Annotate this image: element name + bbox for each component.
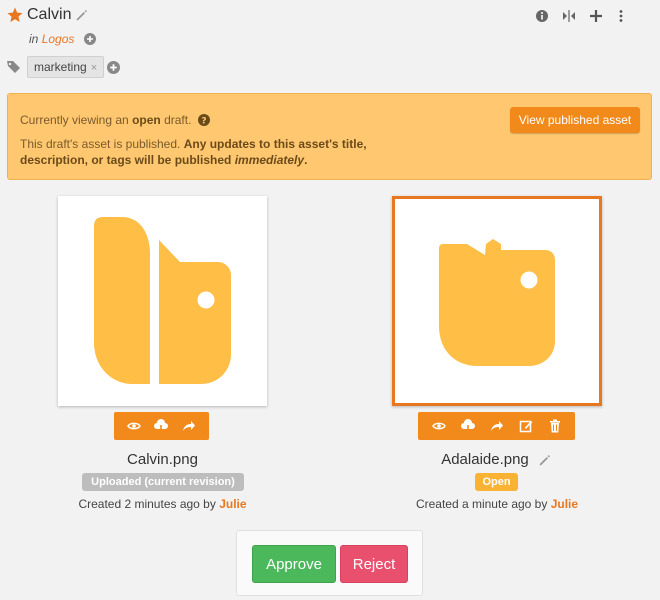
- help-icon[interactable]: ?: [197, 114, 210, 126]
- banner-text: draft.: [160, 113, 192, 127]
- collection-link[interactable]: Logos: [42, 32, 75, 46]
- add-tag-icon[interactable]: [107, 61, 120, 74]
- banner-text: This draft's asset is published.: [20, 137, 184, 151]
- tags-icon: [6, 59, 22, 75]
- created-by-user-link[interactable]: Julie: [551, 497, 578, 511]
- revision-created-line: Created a minute ago by Julie: [392, 497, 602, 511]
- edit-title-pencil-icon[interactable]: [75, 8, 89, 22]
- draft-notice-banner: Currently viewing an open draft. ? This …: [7, 93, 652, 180]
- decision-panel: Approve Reject: [236, 530, 423, 596]
- tag-marketing[interactable]: marketing ×: [27, 56, 105, 78]
- edit-filename-pencil-icon[interactable]: [538, 453, 552, 467]
- download-icon[interactable]: [153, 418, 169, 434]
- banner-text: Currently viewing an: [20, 113, 133, 127]
- tag-label: marketing: [34, 60, 87, 74]
- add-collection-icon[interactable]: [83, 33, 96, 45]
- svg-text:?: ?: [201, 116, 206, 126]
- view-icon[interactable]: [126, 418, 142, 434]
- draft-status-text: Currently viewing an open draft. ?: [20, 113, 210, 127]
- adalaide-logo-image: [439, 239, 555, 366]
- in-prefix: in: [29, 32, 39, 46]
- delete-icon[interactable]: [547, 418, 563, 434]
- calvin-logo-image: [94, 217, 231, 384]
- created-by-user-link[interactable]: Julie: [219, 497, 246, 511]
- revision-filename: Calvin.png: [127, 451, 198, 468]
- draft-state: open: [132, 113, 161, 127]
- share-icon[interactable]: [489, 418, 505, 434]
- publish-warning-text: This draft's asset is published. Any upd…: [20, 136, 410, 168]
- revision-actions-adalaide: [418, 412, 575, 440]
- view-icon[interactable]: [431, 418, 447, 434]
- revision-filename: Adalaide.png: [441, 451, 529, 468]
- created-text: Created 2 minutes ago by: [78, 497, 220, 511]
- view-published-asset-button[interactable]: View published asset: [510, 107, 640, 133]
- asset-title: Calvin: [27, 6, 72, 23]
- approve-button[interactable]: Approve: [252, 545, 336, 583]
- remove-tag-icon[interactable]: ×: [91, 62, 97, 74]
- created-text: Created a minute ago by: [415, 497, 551, 511]
- revision-status-badge: Uploaded (current revision): [82, 473, 244, 491]
- more-icon[interactable]: [614, 9, 628, 23]
- download-icon[interactable]: [460, 418, 476, 434]
- revision-created-line: Created 2 minutes ago by Julie: [58, 497, 267, 511]
- revision-thumbnail-calvin[interactable]: [58, 196, 267, 406]
- asset-header: Calvin in Logos marketing ×: [0, 0, 660, 90]
- revision-thumbnail-adalaide[interactable]: [392, 196, 602, 406]
- compare-icon[interactable]: [562, 9, 576, 23]
- revision-status-badge: Open: [475, 473, 518, 491]
- banner-end: .: [304, 153, 308, 167]
- star-icon[interactable]: [6, 6, 24, 24]
- info-icon[interactable]: [535, 9, 549, 23]
- revision-actions-calvin: [114, 412, 209, 440]
- share-icon[interactable]: [181, 418, 197, 434]
- reject-button[interactable]: Reject: [340, 545, 408, 583]
- edit-icon[interactable]: [518, 418, 534, 434]
- banner-em-text: immediately: [234, 153, 305, 167]
- collection-line: in Logos: [29, 32, 96, 46]
- add-icon[interactable]: [589, 9, 603, 23]
